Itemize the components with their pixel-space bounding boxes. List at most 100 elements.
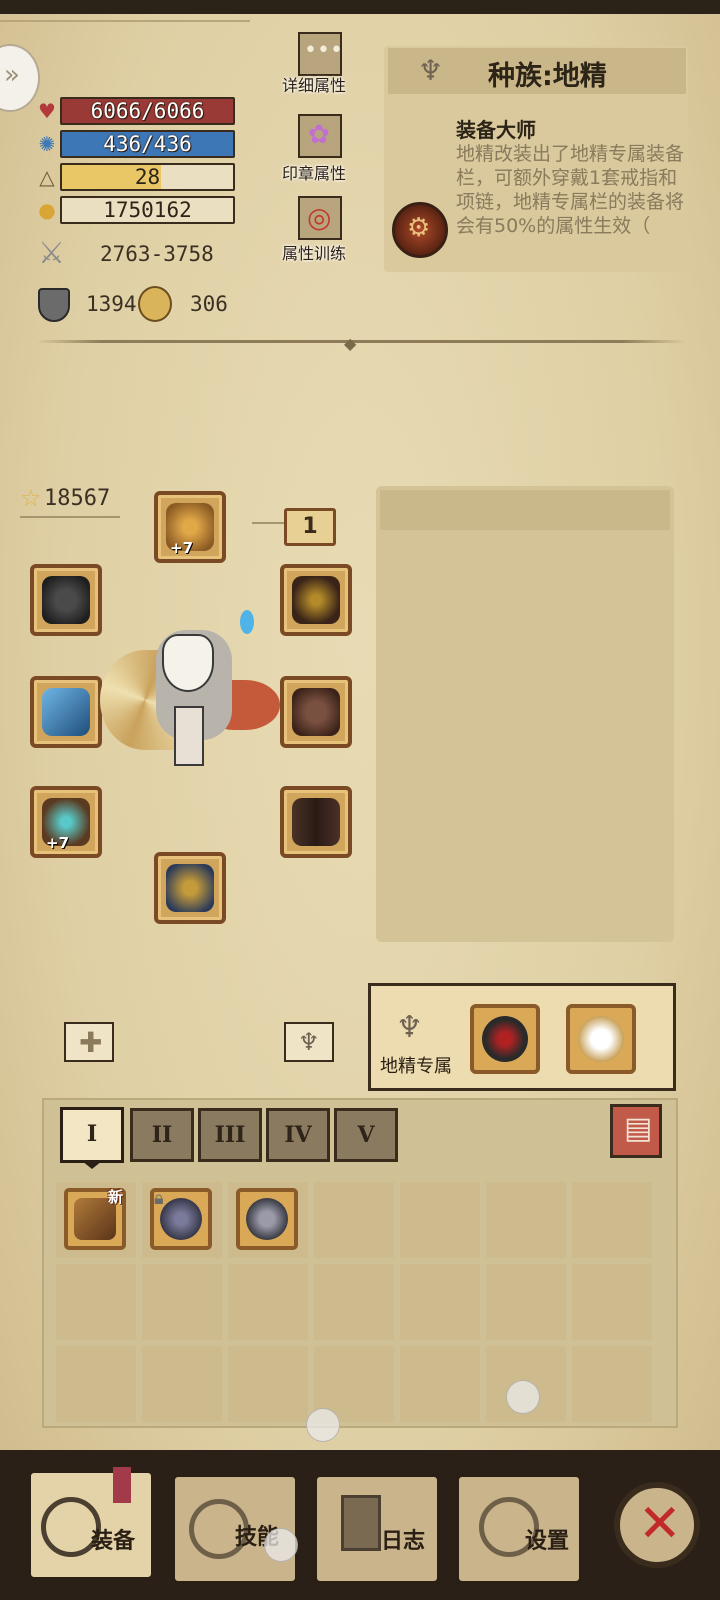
inventory-cell[interactable] xyxy=(314,1182,394,1258)
character-body xyxy=(174,706,204,766)
inventory-item-gloves[interactable]: 新 xyxy=(64,1188,126,1250)
bookmark-icon xyxy=(113,1467,131,1503)
details-label[interactable]: 详细属性 xyxy=(282,72,346,96)
mp-bar: 436/436 xyxy=(60,130,235,158)
tab-page-4[interactable]: IV xyxy=(266,1108,330,1162)
inventory-cell[interactable] xyxy=(400,1346,480,1422)
bracer-slot[interactable]: +7 xyxy=(30,786,102,858)
race-description: 地精改装出了地精专属装备栏，可额外穿戴1套戒指和项链，地精专属栏的装备将会有50… xyxy=(456,143,684,237)
trash-button[interactable]: ▤ xyxy=(610,1104,662,1158)
double-chevron-icon: » xyxy=(4,60,20,90)
heart-icon: ♥ xyxy=(38,99,56,123)
inventory-cell[interactable] xyxy=(572,1346,652,1422)
add-button[interactable]: ✚ xyxy=(64,1022,114,1062)
touch-indicator xyxy=(306,1408,340,1442)
training-label[interactable]: 属性训练 xyxy=(282,240,346,264)
gnome-exclusive-label: 地精专属 xyxy=(380,1056,452,1077)
inventory-cell[interactable] xyxy=(486,1182,566,1258)
gnome-necklace-slot[interactable] xyxy=(566,1004,636,1074)
amulet-item-icon xyxy=(292,576,340,624)
level-value: 28 xyxy=(134,165,161,189)
plus-icon: ✚ xyxy=(79,1026,103,1059)
boots-slot[interactable] xyxy=(154,852,226,924)
power-line xyxy=(20,516,120,518)
nav-log-button[interactable]: 日志 xyxy=(314,1474,440,1584)
attack-value: 2763-3758 xyxy=(100,242,214,266)
mp-value: 436/436 xyxy=(103,132,192,156)
trash-icon: ▤ xyxy=(624,1111,653,1146)
level-bar: 28 xyxy=(60,163,235,191)
weapon-item-icon xyxy=(42,688,90,736)
inventory-cell[interactable] xyxy=(486,1264,566,1340)
nav-settings-button[interactable]: 设置 xyxy=(456,1474,582,1584)
race-title: 种族:地精 xyxy=(488,61,607,92)
inventory-cell[interactable] xyxy=(228,1264,308,1340)
boots-item-icon xyxy=(166,864,214,912)
inventory-cell[interactable] xyxy=(56,1264,136,1340)
gold-value: 1750162 xyxy=(103,198,192,222)
lock-icon: 🔒︎ xyxy=(154,1188,164,1209)
tab-page-2[interactable]: II xyxy=(130,1108,194,1162)
gnome-helmet-icon: ♆ xyxy=(396,1010,423,1045)
inventory-item-locked[interactable]: 🔒︎ xyxy=(150,1188,212,1250)
power-value: 18567 xyxy=(44,486,111,511)
item-helmet-icon xyxy=(160,1198,202,1240)
inventory-cell[interactable] xyxy=(142,1346,222,1422)
top-rule xyxy=(0,20,250,22)
nav-settings-label: 设置 xyxy=(525,1529,570,1554)
inventory-cell[interactable] xyxy=(314,1264,394,1340)
hp-bar: 6066/6066 xyxy=(60,97,235,125)
armor-item-icon xyxy=(292,688,340,736)
race-skill-name: 装备大师 xyxy=(456,118,536,142)
level-triangle-icon: △ xyxy=(39,165,55,189)
inventory-cell[interactable] xyxy=(228,1346,308,1422)
details-button[interactable]: ••• xyxy=(298,32,343,76)
nav-equip-button[interactable]: 装备 xyxy=(28,1467,154,1580)
defense-value: 1394 xyxy=(86,292,137,316)
target-icon: ◎ xyxy=(307,201,332,234)
inventory-cell[interactable] xyxy=(572,1182,652,1258)
horned-helmet-small-icon: ♆ xyxy=(298,1028,320,1056)
inventory-item-ring[interactable] xyxy=(236,1188,298,1250)
inventory-cell[interactable] xyxy=(56,1346,136,1422)
seal-label[interactable]: 印章属性 xyxy=(282,160,346,184)
gold-icon: ● xyxy=(38,198,56,222)
level-box-line xyxy=(252,522,284,524)
new-badge: 新 xyxy=(108,1188,124,1206)
ring-icon xyxy=(246,1198,288,1240)
inventory-cell[interactable] xyxy=(142,1264,222,1340)
power-star-icon: ☆ xyxy=(20,484,42,512)
gloves-slot[interactable] xyxy=(30,564,102,636)
character-sprite xyxy=(100,610,280,780)
helmet-slot[interactable]: +7 xyxy=(154,491,226,563)
gnome-ring-slot[interactable] xyxy=(470,1004,540,1074)
tab-page-1[interactable]: I xyxy=(60,1107,124,1163)
blue-flame xyxy=(240,610,254,634)
item-info-panel xyxy=(376,486,674,942)
shield-icon xyxy=(38,288,70,322)
race-desc-clip: 地精改装出了地精专属装备栏，可额外穿戴1套戒指和项链，地精专属栏的装备将会有50… xyxy=(456,142,684,270)
inventory-cell[interactable] xyxy=(572,1264,652,1340)
close-icon: ✕ xyxy=(638,1494,682,1554)
section-divider xyxy=(36,340,686,343)
gnome-helm-button[interactable]: ♆ xyxy=(284,1022,334,1062)
tab-page-3[interactable]: III xyxy=(198,1108,262,1162)
seal-button[interactable]: ✿ xyxy=(298,114,342,158)
inventory-cell[interactable] xyxy=(400,1182,480,1258)
pants-slot[interactable] xyxy=(280,786,352,858)
book-icon xyxy=(341,1495,381,1551)
amulet-slot[interactable] xyxy=(280,564,352,636)
pants-item-icon xyxy=(292,798,340,846)
gnome-ring-icon xyxy=(482,1016,528,1062)
level-box[interactable]: 1 xyxy=(284,508,336,546)
armor-slot[interactable] xyxy=(280,676,352,748)
weapon-slot[interactable] xyxy=(30,676,102,748)
flower-seal-icon: ✿ xyxy=(308,120,330,150)
close-button[interactable]: ✕ xyxy=(614,1482,700,1568)
gloves-item-icon xyxy=(42,576,90,624)
training-button[interactable]: ◎ xyxy=(298,196,342,240)
divider-ornament: ◆ xyxy=(344,334,357,353)
touch-indicator xyxy=(506,1380,540,1414)
inventory-cell[interactable] xyxy=(400,1264,480,1340)
tab-page-5[interactable]: V xyxy=(334,1108,398,1162)
